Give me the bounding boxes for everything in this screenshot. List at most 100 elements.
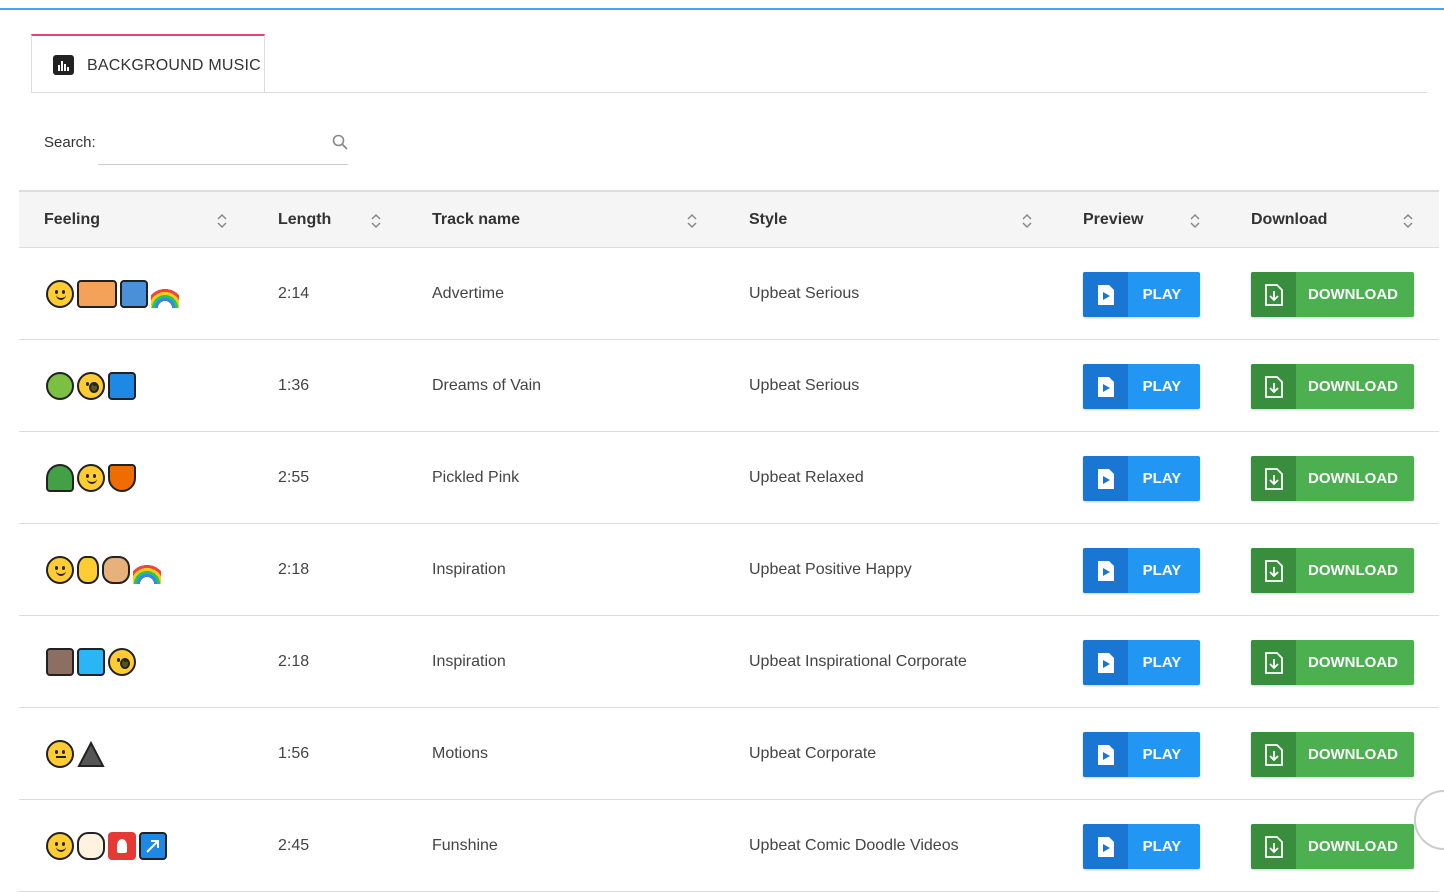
download-file-icon — [1251, 824, 1296, 869]
track-length: 2:18 — [278, 561, 310, 578]
family-icon — [77, 280, 117, 308]
column-header-length[interactable]: Length — [278, 192, 331, 248]
table-row: 2:55 Pickled Pink Upbeat Relaxed PLAY DO… — [19, 432, 1439, 524]
download-label: DOWNLOAD — [1308, 746, 1398, 763]
top-accent-line — [0, 8, 1444, 10]
search-label: Search: — [44, 134, 96, 151]
download-button[interactable]: DOWNLOAD — [1251, 640, 1414, 685]
track-name: Dreams of Vain — [432, 377, 542, 394]
smiling-face-icon — [77, 464, 105, 492]
expressionless-face-icon — [46, 740, 74, 768]
snake-icon — [46, 372, 74, 400]
table-row: 2:18 Inspiration Upbeat Positive Happy P… — [19, 524, 1439, 616]
play-label: PLAY — [1142, 746, 1182, 763]
download-label: DOWNLOAD — [1308, 838, 1398, 855]
tab-background-music[interactable]: BACKGROUND MUSIC — [31, 34, 265, 92]
table-row: 1:56 Motions Upbeat Corporate PLAY DOWNL… — [19, 708, 1439, 800]
download-label: DOWNLOAD — [1308, 378, 1398, 395]
column-header-track-name[interactable]: Track name — [432, 192, 520, 248]
track-style: Upbeat Serious — [749, 285, 860, 302]
download-label: DOWNLOAD — [1308, 654, 1398, 671]
track-name: Motions — [432, 745, 489, 762]
download-file-icon — [1251, 364, 1296, 409]
vulcan-hand-icon — [77, 556, 99, 584]
track-length: 1:56 — [278, 745, 310, 762]
track-length: 1:36 — [278, 377, 310, 394]
track-length: 2:55 — [278, 469, 310, 486]
play-button[interactable]: PLAY — [1083, 732, 1200, 777]
track-name: Funshine — [432, 837, 498, 854]
play-file-icon — [1083, 824, 1128, 869]
sort-icon[interactable] — [1402, 213, 1414, 229]
feeling-emojis — [46, 463, 136, 493]
table-row: 2:14 Advertime Upbeat Serious PLAY DOWNL… — [19, 248, 1439, 340]
track-name: Inspiration — [432, 561, 506, 578]
play-file-icon — [1083, 548, 1128, 593]
play-label: PLAY — [1142, 470, 1182, 487]
feeling-emojis — [46, 279, 179, 309]
track-name: Pickled Pink — [432, 469, 520, 486]
up-right-arrow-icon — [139, 832, 167, 860]
download-button[interactable]: DOWNLOAD — [1251, 548, 1414, 593]
sort-icon[interactable] — [370, 213, 382, 229]
search-icon[interactable] — [332, 134, 348, 150]
mountain-icon — [77, 740, 105, 768]
download-button[interactable]: DOWNLOAD — [1251, 272, 1414, 317]
office-building-icon — [108, 372, 136, 400]
track-style: Upbeat Positive Happy — [749, 561, 912, 578]
download-button[interactable]: DOWNLOAD — [1251, 824, 1414, 869]
sort-icon[interactable] — [1189, 213, 1201, 229]
tropical-drink-icon — [108, 464, 136, 492]
tab-label: BACKGROUND MUSIC — [87, 57, 261, 74]
play-button[interactable]: PLAY — [1083, 824, 1200, 869]
table-row: 2:18 Inspiration Upbeat Inspirational Co… — [19, 616, 1439, 708]
play-file-icon — [1083, 640, 1128, 685]
sort-icon[interactable] — [216, 213, 228, 229]
track-style: Upbeat Inspirational Corporate — [749, 653, 967, 670]
column-header-preview[interactable]: Preview — [1083, 192, 1143, 248]
search-input[interactable] — [98, 124, 348, 165]
track-name: Advertime — [432, 285, 505, 302]
palm-tree-icon — [46, 464, 74, 492]
wink-face-icon — [46, 280, 74, 308]
surprised-face-icon — [77, 372, 105, 400]
music-library-icon — [53, 55, 74, 75]
download-button[interactable]: DOWNLOAD — [1251, 364, 1414, 409]
column-header-feeling[interactable]: Feeling — [44, 192, 100, 248]
column-header-style[interactable]: Style — [749, 192, 787, 248]
climber-icon — [46, 648, 74, 676]
track-style: Upbeat Comic Doodle Videos — [749, 837, 959, 854]
sort-icon[interactable] — [686, 213, 698, 229]
zany-face-icon — [46, 832, 74, 860]
track-style: Upbeat Serious — [749, 377, 860, 394]
tracks-table: Feeling Length Track name Style Preview … — [19, 190, 1439, 892]
play-file-icon — [1083, 456, 1128, 501]
hamster-icon — [102, 556, 130, 584]
play-button[interactable]: PLAY — [1083, 640, 1200, 685]
play-label: PLAY — [1142, 838, 1182, 855]
shirt-icon — [120, 280, 148, 308]
download-file-icon — [1251, 456, 1296, 501]
track-length: 2:45 — [278, 837, 310, 854]
track-name: Inspiration — [432, 653, 506, 670]
rainbow-icon — [151, 280, 179, 308]
rowing-boat-icon — [77, 648, 105, 676]
surprised-face-icon — [108, 648, 136, 676]
play-file-icon — [1083, 732, 1128, 777]
dog-icon — [77, 832, 105, 860]
play-label: PLAY — [1142, 562, 1182, 579]
smiling-face-icon — [46, 556, 74, 584]
play-button[interactable]: PLAY — [1083, 548, 1200, 593]
play-button[interactable]: PLAY — [1083, 272, 1200, 317]
track-length: 2:14 — [278, 285, 310, 302]
download-button[interactable]: DOWNLOAD — [1251, 456, 1414, 501]
feeling-emojis — [46, 371, 136, 401]
download-label: DOWNLOAD — [1308, 562, 1398, 579]
column-header-download[interactable]: Download — [1251, 192, 1327, 248]
sort-icon[interactable] — [1021, 213, 1033, 229]
feeling-emojis — [46, 555, 161, 585]
play-button[interactable]: PLAY — [1083, 456, 1200, 501]
play-label: PLAY — [1142, 286, 1182, 303]
download-button[interactable]: DOWNLOAD — [1251, 732, 1414, 777]
play-button[interactable]: PLAY — [1083, 364, 1200, 409]
